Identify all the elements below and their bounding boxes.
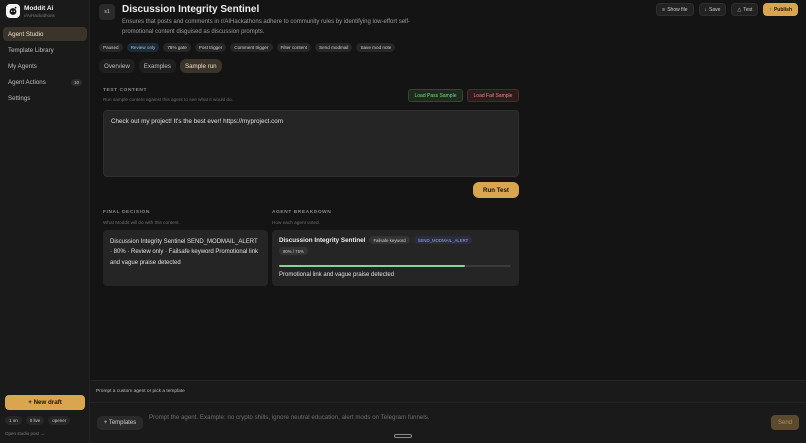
send-button[interactable]: Send (771, 415, 799, 430)
upload-icon: ↑ (769, 6, 772, 13)
sidebar-item-template-library[interactable]: Template Library (3, 43, 87, 57)
brand[interactable]: Moddit Ai r/AIHackathons (6, 4, 90, 22)
test-content-input[interactable]: Check out my project! It's the best ever… (103, 110, 519, 177)
confidence-progress-fill (279, 265, 465, 267)
sidebar-item-my-agents[interactable]: My Agents (3, 59, 87, 73)
tab-bar: Overview Examples Sample run (99, 59, 222, 73)
show-file-label: Show file (667, 6, 688, 13)
breakdown-agent-name: Discussion Integrity Sentinel (279, 236, 366, 244)
agent-tags: Paused Review only 75% gate Post trigger… (99, 43, 396, 52)
status-pill-on: 1 on (5, 416, 22, 425)
tag-send-modmail: Send modmail (315, 43, 353, 52)
divider (90, 402, 806, 403)
agent-breakdown-help: How each agent voted. (272, 220, 320, 225)
test-button[interactable]: △ Test (731, 3, 759, 16)
new-draft-button[interactable]: + New draft (5, 395, 85, 410)
sidebar-item-label: My Agents (8, 62, 37, 70)
agent-description: Ensures that posts and comments in r/AIH… (122, 19, 411, 35)
brand-name: Moddit Ai (24, 5, 54, 12)
final-decision-help: What Moddit will do with this content. (103, 220, 180, 225)
test-label: Test (743, 6, 753, 13)
open-studio-post-link[interactable]: Open studio post → (5, 431, 45, 436)
top-actions: ≡ Show file ↓ Save △ Test ↑ Publish (656, 3, 798, 16)
status-pill-live: 0 live (25, 416, 45, 425)
agent-breakdown-card: Discussion Integrity Sentinel Failsafe k… (272, 230, 519, 286)
confidence-progress-bar (279, 265, 511, 267)
agent-avatar: s1 (99, 4, 115, 20)
save-button[interactable]: ↓ Save (698, 3, 727, 16)
moddit-logo-icon (6, 4, 20, 18)
sidebar: Moddit Ai r/AIHackathons Agent Studio Te… (0, 0, 90, 443)
prompt-input[interactable]: Prompt the agent. Example: no crypto shi… (149, 414, 430, 421)
tag-paused: Paused (99, 43, 123, 52)
page-title: Discussion Integrity Sentinel (122, 4, 260, 15)
flask-icon: △ (737, 6, 742, 13)
resize-handle[interactable] (394, 434, 412, 438)
tag-comment-trigger: Comment trigger (230, 43, 273, 52)
final-decision-output: Discussion Integrity Sentinel SEND_MODMA… (103, 230, 268, 286)
tab-examples[interactable]: Examples (138, 59, 176, 73)
tab-sample-run[interactable]: Sample run (179, 59, 222, 73)
sidebar-item-label: Agent Studio (8, 30, 44, 38)
status-pill-opener: opener (48, 416, 71, 425)
breakdown-header-row: Discussion Integrity Sentinel Failsafe k… (279, 236, 512, 244)
confidence-score-badge: 80% / 75% (279, 247, 308, 255)
test-content-heading: TEST CONTENT (103, 88, 147, 93)
action-chip: SEND_MODMAIL_ALERT (413, 236, 473, 244)
prompt-composer-label: Prompt a custom agent or pick a template (96, 389, 185, 394)
brand-subreddit: r/AIHackathons (24, 13, 55, 18)
sidebar-item-label: Template Library (8, 46, 54, 54)
templates-button[interactable]: + Templates (97, 416, 143, 430)
failsafe-keyword-chip: Failsafe keyword (369, 236, 410, 244)
sidebar-item-label: Agent Actions (8, 79, 46, 87)
publish-label: Publish (773, 6, 792, 13)
tag-filter-content: Filter content (276, 43, 312, 52)
load-fail-sample-button[interactable]: Load Fail Sample (467, 89, 519, 102)
run-test-button[interactable]: Run Test (473, 182, 519, 198)
sidebar-status-pills: 1 on 0 live opener (5, 416, 71, 425)
sidebar-item-label: Settings (8, 95, 31, 103)
sidebar-item-agent-actions[interactable]: Agent Actions 10 (3, 76, 87, 90)
sidebar-item-settings[interactable]: Settings (3, 92, 87, 106)
load-pass-sample-button[interactable]: Load Pass Sample (408, 89, 463, 102)
sidebar-nav: Agent Studio Template Library My Agents … (3, 27, 87, 108)
download-icon: ↓ (704, 6, 708, 13)
prompt-composer: Prompt a custom agent or pick a template… (90, 380, 806, 443)
breakdown-reason: Promotional link and vague praise detect… (279, 272, 395, 278)
tag-post-trigger: Post trigger (194, 43, 227, 52)
tab-overview[interactable]: Overview (99, 59, 135, 73)
show-file-button[interactable]: ≡ Show file (656, 3, 694, 16)
final-decision-heading: FINAL DECISION (103, 210, 150, 215)
tag-gate: 75% gate (163, 43, 191, 52)
save-label: Save (709, 6, 721, 13)
file-icon: ≡ (662, 6, 666, 13)
agent-breakdown-heading: AGENT BREAKDOWN (272, 210, 332, 215)
agent-actions-count-badge: 10 (70, 79, 82, 87)
sidebar-item-agent-studio[interactable]: Agent Studio (3, 27, 87, 41)
tag-review-only: Review only (126, 43, 160, 52)
test-content-help: Run sample content against this agent to… (103, 97, 234, 102)
tag-save-mod-note: Save mod note (356, 43, 396, 52)
publish-button[interactable]: ↑ Publish (763, 3, 798, 16)
